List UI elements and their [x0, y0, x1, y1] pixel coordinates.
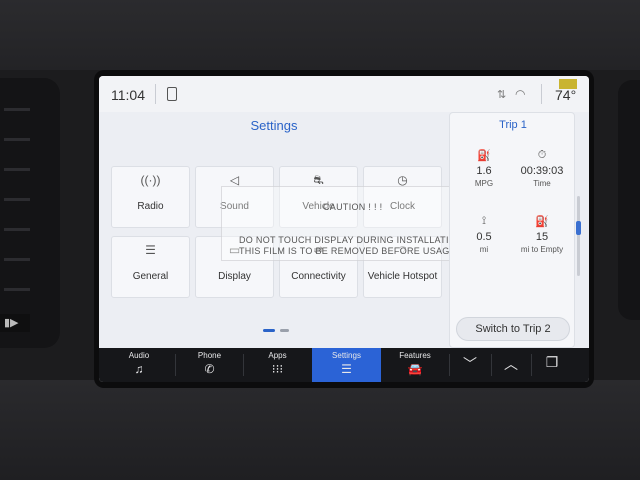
stat-value: 15: [535, 231, 549, 243]
nav-divider: [491, 354, 492, 376]
chevron-down-icon[interactable]: ﹀: [457, 354, 483, 374]
stat-label: mi to Empty: [520, 245, 564, 254]
tile-label: Radio: [137, 201, 164, 212]
tile-label: General: [132, 271, 169, 282]
stat-value: 1.6: [476, 165, 492, 177]
apps-grid-icon: ⁝⁝⁝: [271, 362, 284, 376]
stat-value: 0.5: [476, 231, 492, 243]
nav-label: Phone: [197, 351, 222, 360]
film-warning-line1: DO NOT TOUCH DISPLAY DURING INSTALLATION: [239, 235, 463, 245]
chevron-up-icon[interactable]: ︿: [498, 354, 524, 374]
sliders-icon: ☰: [145, 243, 156, 257]
page-title: Settings: [250, 118, 298, 133]
nav-label: Settings: [332, 351, 361, 360]
tile-label: Connectivity: [291, 271, 346, 282]
stat-label: mi: [479, 245, 489, 254]
tile-radio[interactable]: ((·)) Radio: [111, 166, 190, 228]
yellow-sticker: [559, 79, 577, 89]
sliders-icon: ☰: [341, 362, 352, 376]
nav-divider: [449, 354, 450, 376]
dashboard-top: [0, 0, 640, 70]
film-caution: CAUTION ! ! !: [323, 202, 383, 212]
nav-label: Apps: [268, 351, 287, 360]
tile-label: Vehicle Hotspot: [367, 271, 438, 282]
radio-waves-icon: ((·)): [140, 173, 161, 187]
tile-general[interactable]: ☰ General: [111, 236, 190, 298]
recent-screens-icon[interactable]: ❐: [539, 354, 565, 371]
phone-icon: ✆: [204, 362, 215, 376]
vent-control-icon: ▮▶: [0, 314, 30, 332]
nav-features[interactable]: Features 🚘: [382, 348, 448, 382]
trip-title: Trip 1: [499, 119, 527, 131]
status-clock: 11:04: [111, 87, 145, 103]
nav-apps[interactable]: Apps ⁝⁝⁝: [244, 348, 311, 382]
trip-scrollbar[interactable]: [577, 196, 580, 276]
left-air-vent: [0, 78, 60, 348]
status-divider: [155, 84, 156, 104]
distance-icon: ⟟: [481, 215, 487, 227]
page-dot: [280, 329, 289, 332]
nav-phone[interactable]: Phone ✆: [176, 348, 243, 382]
film-warning-line2: THIS FILM IS TO BE REMOVED BEFORE USAGE: [239, 246, 456, 256]
fuel-pump-icon: ⛽: [535, 216, 549, 228]
bottom-nav-bar: Audio ♫ Phone ✆ Apps ⁝⁝⁝ Settings ☰ Feat…: [99, 348, 589, 382]
nav-settings[interactable]: Settings ☰: [312, 348, 381, 382]
nav-audio[interactable]: Audio ♫: [103, 348, 175, 382]
nav-divider: [531, 354, 532, 376]
outside-temperature: 74°: [555, 87, 577, 103]
nav-label: Audio: [128, 351, 150, 360]
music-note-icon: ♫: [134, 362, 144, 376]
page-dot-active: [263, 329, 275, 332]
trip-panel: Trip 1 ⛽ 1.6 MPG ⏱ 00:39:03 Time ⟟ 0.5 m…: [449, 112, 575, 348]
trip-stat-mpg: ⛽ 1.6 MPG: [454, 149, 514, 188]
stopwatch-icon: ⏱: [537, 149, 547, 161]
right-air-vent: [618, 80, 640, 320]
trip-scroll-thumb[interactable]: [576, 221, 581, 235]
trip-stat-distance: ⟟ 0.5 mi: [454, 215, 514, 254]
car-features-icon: 🚘: [407, 362, 423, 376]
switch-trip-button[interactable]: Switch to Trip 2: [456, 317, 570, 341]
trip-stat-range: ⛽ 15 mi to Empty: [512, 215, 572, 254]
signal-icon: ⇅: [497, 89, 507, 101]
stat-label: Time: [533, 179, 551, 188]
infotainment-screen: 11:04 ⇅ ◠ 74° Settings ((·)) Radio ◁ Sou…: [99, 76, 589, 382]
fuel-economy-icon: ⛽: [477, 150, 491, 162]
stat-value: 00:39:03: [520, 165, 564, 177]
tile-label: Display: [218, 271, 251, 282]
wifi-icon: ◠: [515, 87, 526, 101]
status-bar: 11:04 ⇅ ◠ 74°: [99, 76, 589, 112]
dashboard-bottom: [0, 380, 640, 480]
phone-connected-icon[interactable]: [167, 87, 177, 101]
trip-stat-time: ⏱ 00:39:03 Time: [512, 149, 572, 188]
status-divider-right: [541, 84, 542, 104]
nav-label: Features: [399, 351, 431, 360]
stat-label: MPG: [474, 179, 494, 188]
